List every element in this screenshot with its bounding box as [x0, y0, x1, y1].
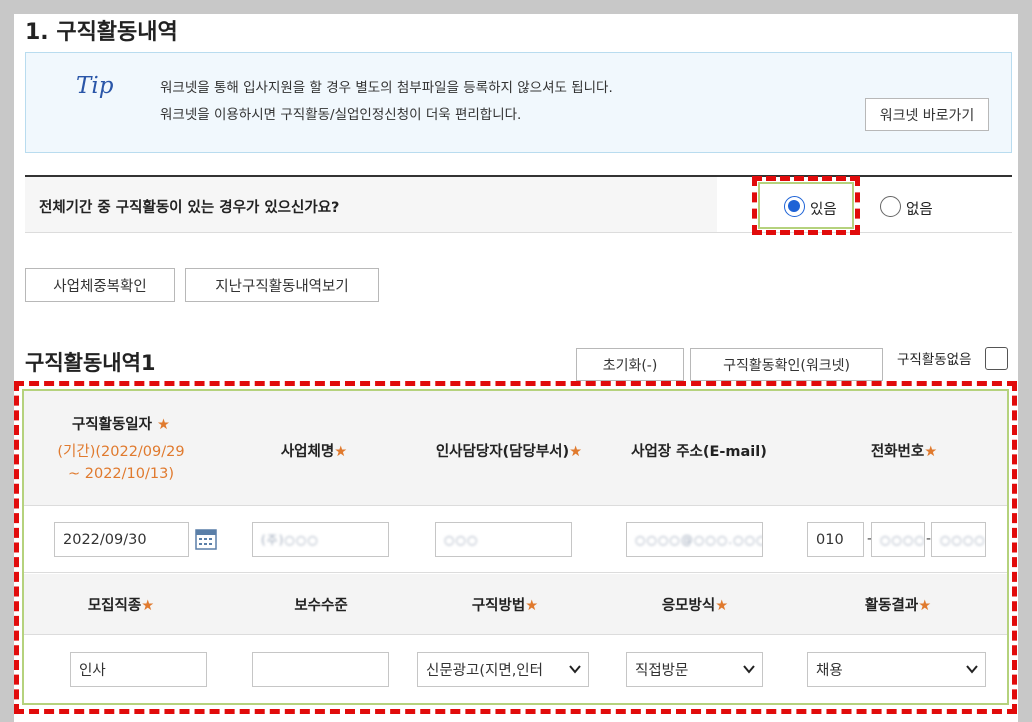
required-star: ★ [918, 598, 932, 614]
activity-form-table: 구직활동일자 ★ (기간)(2022/09/29 ~ 2022/10/13) 사… [24, 391, 1007, 703]
header-method: 구직방법★ [430, 594, 580, 615]
header-phone-label: 전화번호 [870, 444, 925, 460]
header-apply-label: 응모방식 [661, 598, 716, 614]
header-salary: 보수수준 [294, 598, 348, 614]
required-star: ★ [569, 444, 583, 460]
radio-no[interactable] [880, 196, 901, 217]
tip-box: Tip 워크넷을 통해 입사지원을 할 경우 별도의 첨부파일을 등록하지 않으… [25, 52, 1012, 153]
reset-button[interactable]: 초기화(-) [576, 348, 684, 381]
radio-no-label[interactable]: 없음 [906, 198, 933, 219]
question-cell: 전체기간 중 구직활동이 있는 경우가 있으신가요? [25, 177, 717, 232]
tip-text-line1: 워크넷을 통해 입사지원을 할 경우 별도의 첨부파일을 등록하지 않으셔도 됩… [160, 80, 613, 96]
result-select-value: 채용 [816, 663, 843, 679]
required-star: ★ [157, 417, 171, 433]
chevron-down-icon [569, 665, 581, 674]
tip-label: Tip [76, 73, 114, 99]
section-title: 1. 구직활동내역 [25, 20, 178, 45]
question-text: 전체기간 중 구직활동이 있는 경우가 있으신가요? [39, 200, 340, 216]
verify-worknet-button[interactable]: 구직활동확인(워크넷) [690, 348, 883, 381]
phone-part3-input[interactable]: ○○○○ [931, 522, 986, 557]
header-row-1: 구직활동일자 ★ (기간)(2022/09/29 ~ 2022/10/13) 사… [24, 391, 1007, 506]
manager-input[interactable]: ○○○ [435, 522, 572, 557]
company-name-value: (주)○○○ [261, 533, 319, 547]
address-email-value: ○○○○@○○○.○○○ [635, 532, 763, 547]
apply-select[interactable]: 직접방문 [626, 652, 763, 687]
no-activity-label: 구직활동없음 [897, 352, 972, 368]
header-phone: 전화번호★ [824, 440, 984, 461]
date-input[interactable]: 2022/09/30 [54, 522, 189, 557]
header-result: 활동결과★ [823, 594, 973, 615]
phone-part2-input[interactable]: ○○○○ [871, 522, 925, 557]
header-date: 구직활동일자 ★ [46, 413, 196, 434]
calendar-icon[interactable] [195, 528, 217, 550]
salary-input[interactable] [252, 652, 389, 687]
company-name-input[interactable]: (주)○○○ [252, 522, 389, 557]
result-select[interactable]: 채용 [807, 652, 986, 687]
header-job: 모집직종★ [46, 594, 196, 615]
required-star: ★ [924, 444, 938, 460]
page-content: 1. 구직활동내역 Tip 워크넷을 통해 입사지원을 할 경우 별도의 첨부파… [14, 14, 1018, 722]
input-row-1: 2022/09/30 (주)○○○ ○○○ ○○○○@○○○.○○○ 010 -… [24, 507, 1007, 573]
apply-select-value: 직접방문 [635, 663, 689, 679]
header-job-label: 모집직종 [87, 598, 142, 614]
record-title: 구직활동내역1 [25, 351, 156, 375]
period-line1: (기간)(2022/09/29 [57, 444, 185, 460]
input-row-2: 인사 신문광고(지면,인터 직접방문 채용 [24, 636, 1007, 703]
required-star: ★ [334, 444, 348, 460]
header-company-label: 사업체명 [280, 444, 335, 460]
header-date-label: 구직활동일자 [71, 417, 152, 433]
job-type-input[interactable]: 인사 [70, 652, 207, 687]
header-manager: 인사담당자(담당부서)★ [404, 440, 614, 461]
header-row-2: 모집직종★ 보수수준 구직방법★ 응모방식★ 활동결과★ [24, 574, 1007, 635]
header-company: 사업체명★ [239, 440, 389, 461]
tip-text-line2: 워크넷을 이용하시면 구직활동/실업인정신청이 더욱 편리합니다. [160, 107, 522, 123]
required-star: ★ [525, 598, 539, 614]
phone-part2-value: ○○○○ [880, 532, 925, 547]
address-email-input[interactable]: ○○○○@○○○.○○○ [626, 522, 763, 557]
chevron-down-icon [966, 665, 978, 674]
required-star: ★ [715, 598, 729, 614]
highlight-inner-radio [758, 182, 854, 229]
period-line2: ~ 2022/10/13) [68, 466, 174, 482]
header-address: 사업장 주소(E-mail) [631, 444, 767, 460]
chevron-down-icon [743, 665, 755, 674]
phone-part3-value: ○○○○ [940, 532, 986, 547]
header-apply: 응모방식★ [620, 594, 770, 615]
method-select-value: 신문광고(지면,인터 [426, 663, 543, 679]
header-manager-label: 인사담당자(담당부서) [435, 444, 570, 460]
manager-value: ○○○ [444, 532, 479, 547]
header-method-label: 구직방법 [471, 598, 526, 614]
question-row: 전체기간 중 구직활동이 있는 경우가 있으신가요? 있음 없음 [25, 177, 1012, 233]
past-history-button[interactable]: 지난구직활동내역보기 [185, 268, 379, 302]
no-activity-checkbox[interactable] [985, 347, 1008, 370]
worknet-shortcut-button[interactable]: 워크넷 바로가기 [865, 98, 989, 131]
required-star: ★ [141, 598, 155, 614]
header-result-label: 활동결과 [864, 598, 919, 614]
phone-part1-input[interactable]: 010 [807, 522, 864, 557]
method-select[interactable]: 신문광고(지면,인터 [417, 652, 589, 687]
duplicate-check-button[interactable]: 사업체중복확인 [25, 268, 175, 302]
